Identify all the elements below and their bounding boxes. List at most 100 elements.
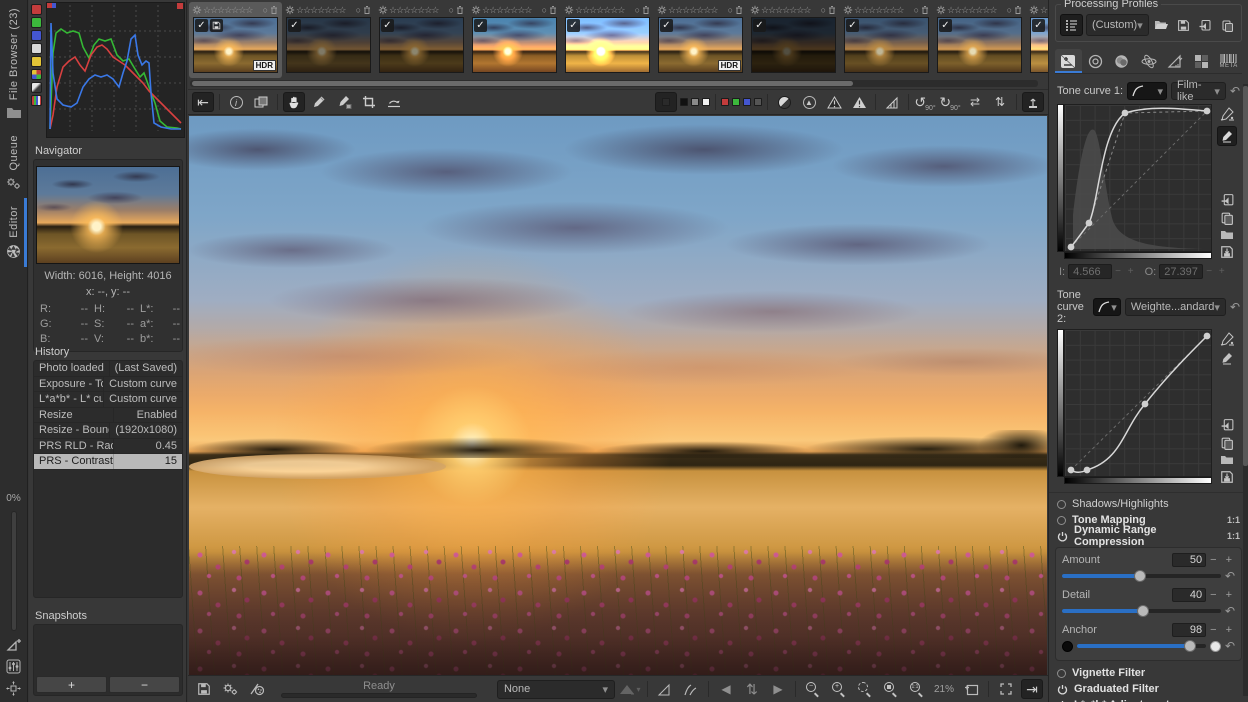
input-value-field[interactable]: 4.566: [1068, 264, 1113, 279]
tone-curve-1-grid[interactable]: [1064, 104, 1212, 252]
detail-value-field[interactable]: 40: [1172, 588, 1207, 602]
tab-exposure[interactable]: [1055, 49, 1082, 73]
tool-shadows-highlights[interactable]: Shadows/Highlights: [1049, 496, 1248, 512]
previous-image-button[interactable]: ◀: [715, 679, 737, 699]
background-color-selector[interactable]: [655, 92, 677, 112]
thumb-colorlabel-icon[interactable]: ○: [542, 5, 547, 15]
straighten-tool-button[interactable]: [383, 92, 405, 112]
amount-slider[interactable]: [1062, 570, 1221, 582]
zoom-100-button[interactable]: 1:1: [906, 679, 928, 699]
profile-select-dropdown[interactable]: (Custom) ▾: [1085, 14, 1149, 36]
history-row[interactable]: Photo loaded (Last Saved): [34, 361, 182, 377]
output-value-field[interactable]: 27.397: [1159, 264, 1204, 279]
thumb-profile-gear-icon[interactable]: [1029, 5, 1039, 15]
amount-slider-thumb[interactable]: [1133, 570, 1146, 582]
flip-vertical-button[interactable]: ⇅: [989, 92, 1011, 112]
tool-vignette-filter[interactable]: Vignette Filter: [1049, 665, 1248, 681]
rotate-left-button[interactable]: ↺ 90°: [914, 92, 936, 112]
tone-curve-1-type-dropdown[interactable]: ▾: [1127, 82, 1168, 100]
filmstrip-thumb[interactable]: ☆☆☆☆☆☆☆ ○ ✓: [747, 2, 840, 78]
thumb-trash-icon[interactable]: [827, 5, 837, 15]
anchor-spinner[interactable]: − +: [1210, 624, 1235, 636]
filmstrip-thumb[interactable]: ☆☆☆☆☆☆☆ ○ ✓ HDR: [189, 2, 282, 78]
thumb-colorlabel-icon[interactable]: ○: [914, 5, 919, 15]
thumb-trash-icon[interactable]: [1013, 5, 1023, 15]
detail-slider[interactable]: [1062, 605, 1221, 617]
add-to-queue-button[interactable]: [219, 679, 241, 699]
tool-disabled-icon[interactable]: [1057, 668, 1066, 678]
thumb-rating-stars[interactable]: ☆☆☆☆☆☆☆: [761, 5, 811, 16]
image-info-button[interactable]: i: [225, 92, 247, 112]
focus-mask-button[interactable]: [881, 92, 903, 112]
output-spinner[interactable]: − +: [1206, 266, 1226, 277]
tool-enabled-power-icon[interactable]: [1057, 531, 1068, 542]
tool-disabled-icon[interactable]: [1057, 499, 1066, 509]
curve2-edit-point-button[interactable]: [1219, 331, 1235, 347]
hide-right-panel-button[interactable]: ⇥: [1021, 679, 1043, 699]
filmstrip-thumb[interactable]: ☆☆☆☆☆☆☆ ✓: [1026, 2, 1048, 78]
histogram-luminosity-toggle[interactable]: [31, 43, 42, 54]
thumb-rating-stars[interactable]: ☆☆☆☆☆☆☆: [854, 5, 904, 16]
input-spinner[interactable]: − +: [1115, 266, 1135, 277]
filmstrip-thumb[interactable]: ☆☆☆☆☆☆☆ ○ ✓ HDR: [654, 2, 747, 78]
detail-reset-button[interactable]: ↶: [1225, 604, 1235, 618]
histogram-red-toggle[interactable]: [31, 4, 42, 15]
zoom-in-button[interactable]: +: [828, 679, 850, 699]
next-image-button[interactable]: ▶: [767, 679, 789, 699]
thumb-colorlabel-icon[interactable]: ○: [449, 5, 454, 15]
thumb-profile-gear-icon[interactable]: [378, 5, 388, 15]
tool-enabled-power-icon[interactable]: [1057, 684, 1068, 695]
white-balance-picker-button[interactable]: [308, 92, 330, 112]
tab-queue[interactable]: Queue: [0, 127, 27, 198]
luminosity-channel-preview[interactable]: [754, 98, 762, 106]
curve1-edit-point-button[interactable]: [1219, 106, 1235, 122]
thumb-profile-gear-icon[interactable]: [843, 5, 853, 15]
thumb-trash-icon[interactable]: [455, 5, 465, 15]
filmstrip-thumb[interactable]: ☆☆☆☆☆☆☆ ○ ✓: [840, 2, 933, 78]
thumb-colorlabel-icon[interactable]: ○: [1007, 5, 1012, 15]
fullscreen-button[interactable]: [995, 679, 1017, 699]
detail-spinner[interactable]: − +: [1210, 589, 1235, 601]
copy-profile-button[interactable]: [1196, 15, 1215, 35]
paste-profile-button[interactable]: [1218, 15, 1237, 35]
anchor-slider-thumb[interactable]: [1184, 640, 1197, 652]
tab-file-browser[interactable]: File Browser (23): [0, 0, 27, 127]
history-row[interactable]: Resize - Bounding... (1920x1080): [34, 423, 182, 439]
tone-curve-2-reset-button[interactable]: ↶: [1230, 300, 1240, 314]
crop-tool-button[interactable]: [358, 92, 380, 112]
output-profile-dropdown[interactable]: None ▾: [496, 679, 615, 699]
tool-graduated-filter[interactable]: Graduated Filter: [1049, 681, 1248, 697]
history-row-selected[interactable]: PRS - Contrast thr... 15: [34, 454, 182, 470]
bg-gray-swatch[interactable]: [691, 98, 699, 106]
filmstrip-thumb[interactable]: ☆☆☆☆☆☆☆ ○ ✓: [282, 2, 375, 78]
thumb-profile-gear-icon[interactable]: [192, 5, 202, 15]
thumb-profile-gear-icon[interactable]: [750, 5, 760, 15]
green-channel-preview[interactable]: [732, 98, 740, 106]
thumb-colorlabel-icon[interactable]: ○: [356, 5, 361, 15]
thumb-rating-stars[interactable]: ☆☆☆☆☆☆☆: [668, 5, 718, 16]
thumb-trash-icon[interactable]: [362, 5, 372, 15]
zoom-fit-crop-button[interactable]: [880, 679, 902, 699]
shadow-clipping-button[interactable]: [823, 92, 845, 112]
soft-proofing-button[interactable]: ▾: [619, 679, 641, 699]
zoom-out-button[interactable]: −: [802, 679, 824, 699]
hide-left-panel-button[interactable]: ⇤: [192, 92, 214, 112]
thumb-profile-gear-icon[interactable]: [471, 5, 481, 15]
curve1-paste-button[interactable]: [1220, 193, 1235, 207]
histogram-mode-toggle[interactable]: [31, 69, 42, 80]
photo-canvas[interactable]: [189, 116, 1047, 675]
tab-editor[interactable]: Editor: [0, 198, 27, 267]
thumb-rating-stars[interactable]: ☆☆☆☆☆☆☆: [1040, 5, 1048, 16]
before-after-view-button[interactable]: [250, 92, 272, 112]
curve2-copy-button[interactable]: [1220, 436, 1234, 450]
tool-dynamic-range-compression[interactable]: Dynamic Range Compression 1:1: [1049, 524, 1248, 548]
amount-spinner[interactable]: − +: [1210, 554, 1235, 566]
thumb-rating-stars[interactable]: ☆☆☆☆☆☆☆: [575, 5, 625, 16]
curve2-pen-edit-button[interactable]: [1220, 351, 1234, 365]
tab-raw[interactable]: [1189, 49, 1216, 73]
filmstrip-thumb[interactable]: ☆☆☆☆☆☆☆ ○ ✓: [468, 2, 561, 78]
curve2-paste-button[interactable]: [1220, 418, 1235, 432]
histogram-blue-toggle[interactable]: [31, 30, 42, 41]
histogram-bar-toggle[interactable]: [31, 95, 42, 106]
new-detail-window-button[interactable]: [960, 679, 982, 699]
